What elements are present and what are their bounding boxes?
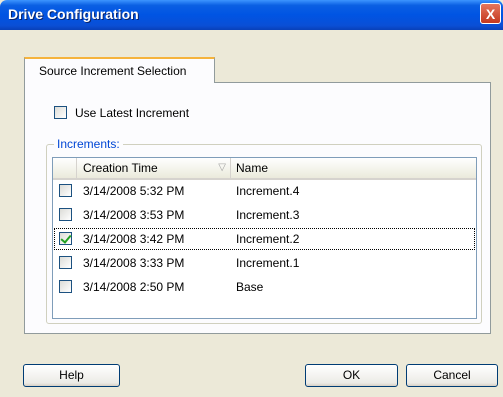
title-bar[interactable]: Drive Configuration X <box>0 0 503 30</box>
header-creation-time[interactable]: Creation Time ▽ <box>77 158 231 178</box>
header-creation-time-label: Creation Time <box>83 161 158 175</box>
header-name[interactable]: Name <box>231 158 476 178</box>
header-check-column[interactable] <box>53 158 77 178</box>
list-item[interactable]: 3/14/2008 5:32 PM Increment.4 <box>54 180 475 202</box>
row-checkbox[interactable] <box>59 232 72 245</box>
use-latest-increment-checkbox[interactable] <box>54 106 67 119</box>
tab-label: Source Increment Selection <box>39 64 187 78</box>
name-cell: Base <box>236 280 264 294</box>
cancel-button[interactable]: Cancel <box>406 364 498 387</box>
ok-button[interactable]: OK <box>305 364 398 387</box>
row-checkbox[interactable] <box>59 184 72 197</box>
increments-list[interactable]: Creation Time ▽ Name 3/14/2008 5:32 PM In… <box>52 157 477 319</box>
use-latest-increment-label[interactable]: Use Latest Increment <box>75 106 189 120</box>
creation-time-cell: 3/14/2008 3:42 PM <box>83 232 185 246</box>
name-cell: Increment.1 <box>236 256 300 270</box>
list-item[interactable]: 3/14/2008 3:53 PM Increment.3 <box>54 204 475 226</box>
name-cell: Increment.4 <box>236 184 300 198</box>
name-cell: Increment.2 <box>236 232 300 246</box>
row-checkbox[interactable] <box>59 256 72 269</box>
close-button[interactable]: X <box>480 3 501 24</box>
creation-time-cell: 3/14/2008 2:50 PM <box>83 280 185 294</box>
increments-group-label: Increments: <box>54 137 123 151</box>
name-cell: Increment.3 <box>236 208 300 222</box>
list-item[interactable]: 3/14/2008 3:42 PM Increment.2 <box>54 228 475 250</box>
creation-time-cell: 3/14/2008 5:32 PM <box>83 184 185 198</box>
list-header: Creation Time ▽ Name <box>53 158 476 180</box>
row-checkbox[interactable] <box>59 208 72 221</box>
help-button[interactable]: Help <box>23 364 120 387</box>
window-title: Drive Configuration <box>8 6 139 22</box>
list-item[interactable]: 3/14/2008 2:50 PM Base <box>54 276 475 298</box>
list-item[interactable]: 3/14/2008 3:33 PM Increment.1 <box>54 252 475 274</box>
creation-time-cell: 3/14/2008 3:53 PM <box>83 208 185 222</box>
sort-descending-icon: ▽ <box>218 162 226 173</box>
row-checkbox[interactable] <box>59 280 72 293</box>
creation-time-cell: 3/14/2008 3:33 PM <box>83 256 185 270</box>
tab-source-increment-selection[interactable]: Source Increment Selection <box>24 57 215 83</box>
header-name-label: Name <box>236 161 269 175</box>
